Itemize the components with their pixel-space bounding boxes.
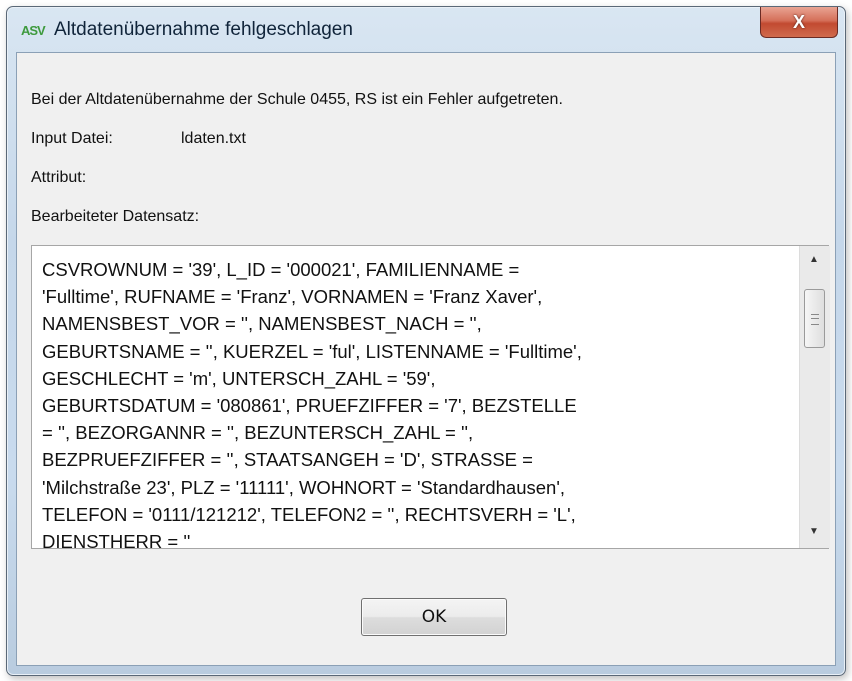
scroll-thumb[interactable] bbox=[804, 289, 825, 348]
close-icon: X bbox=[792, 11, 805, 32]
grip-icon bbox=[811, 314, 819, 325]
attribute-label: Attribut: bbox=[31, 169, 87, 186]
scroll-up-icon[interactable]: ▲ bbox=[809, 254, 819, 265]
title-bar[interactable]: ASV Altdatenübernahme fehlgeschlagen X bbox=[7, 7, 845, 51]
app-icon: ASV bbox=[21, 23, 46, 38]
record-label: Bearbeiteter Datensatz: bbox=[31, 208, 200, 225]
ok-button[interactable]: OK bbox=[361, 598, 507, 636]
scroll-down-icon[interactable]: ▼ bbox=[809, 526, 819, 537]
close-button[interactable]: X bbox=[760, 7, 838, 38]
error-message: Bei der Altdatenübernahme der Schule 045… bbox=[31, 91, 563, 108]
input-file-value: ldaten.txt bbox=[181, 130, 246, 147]
record-text: CSVROWNUM = '39', L_ID = '000021', FAMIL… bbox=[42, 259, 582, 549]
dialog-window: ASV Altdatenübernahme fehlgeschlagen X B… bbox=[6, 6, 846, 676]
input-file-label: Input Datei: bbox=[31, 130, 113, 147]
vertical-scrollbar[interactable]: ▲ ▼ bbox=[799, 246, 830, 548]
window-title: Altdatenübernahme fehlgeschlagen bbox=[54, 19, 353, 40]
dialog-content: Bei der Altdatenübernahme der Schule 045… bbox=[16, 52, 836, 666]
record-textarea[interactable]: CSVROWNUM = '39', L_ID = '000021', FAMIL… bbox=[31, 245, 829, 549]
